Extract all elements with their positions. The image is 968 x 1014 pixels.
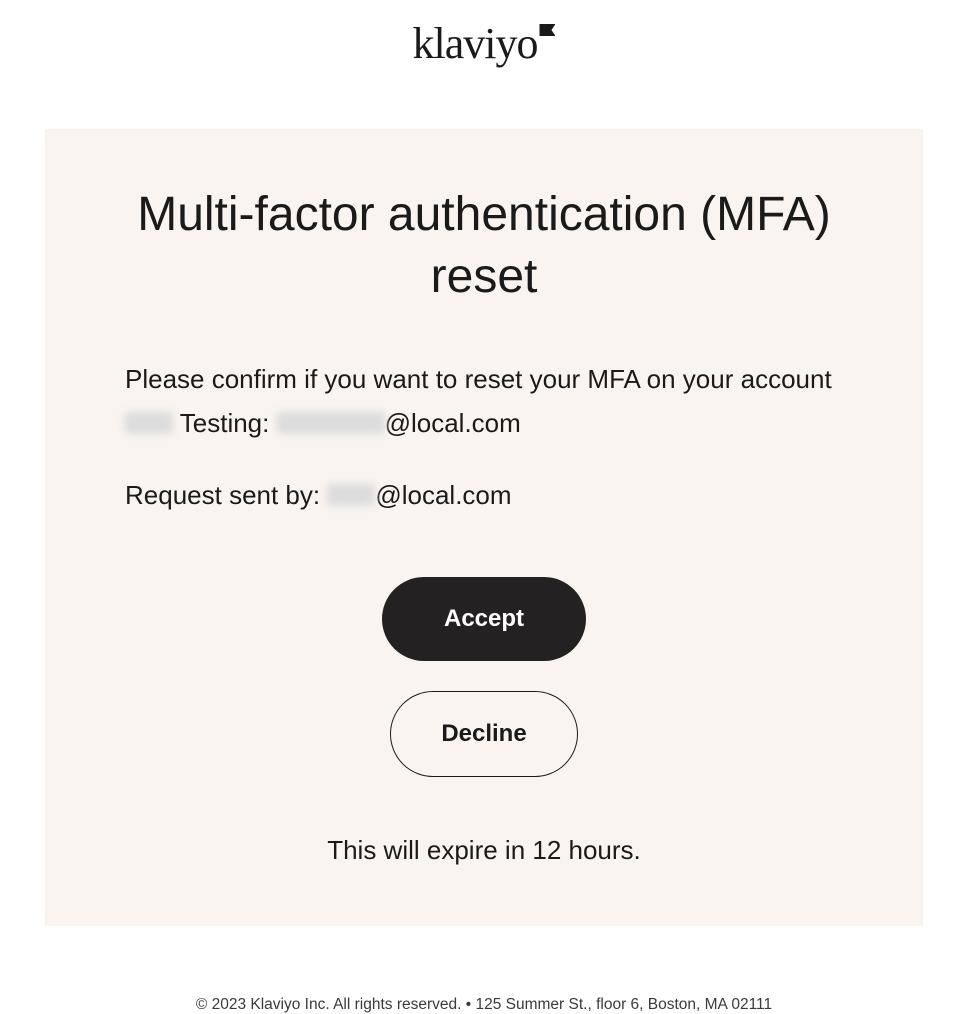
request-prefix: Request sent by:	[125, 480, 327, 510]
logo-container: klaviyo	[0, 0, 968, 129]
logo-text: klaviyo	[413, 18, 538, 69]
decline-button[interactable]: Decline	[390, 691, 577, 777]
logo-flag-icon	[539, 24, 555, 36]
redacted-account-name	[125, 412, 173, 434]
confirm-text: Please confirm if you want to reset your…	[125, 357, 843, 445]
confirm-suffix: @local.com	[385, 408, 521, 438]
request-sent-text: Request sent by: @local.com	[125, 473, 843, 517]
confirm-mid: Testing:	[173, 408, 277, 438]
klaviyo-logo: klaviyo	[413, 18, 556, 69]
redacted-email-local	[277, 412, 385, 434]
page-title: Multi-factor authentication (MFA) reset	[125, 184, 843, 309]
button-stack: Accept Decline	[125, 577, 843, 777]
request-suffix: @local.com	[375, 480, 511, 510]
footer-text: © 2023 Klaviyo Inc. All rights reserved.…	[0, 926, 968, 1014]
confirm-prefix: Please confirm if you want to reset your…	[125, 364, 832, 394]
mfa-reset-card: Multi-factor authentication (MFA) reset …	[45, 129, 923, 926]
redacted-sender-local	[327, 484, 375, 506]
expiry-text: This will expire in 12 hours.	[125, 835, 843, 866]
accept-button[interactable]: Accept	[382, 577, 586, 661]
